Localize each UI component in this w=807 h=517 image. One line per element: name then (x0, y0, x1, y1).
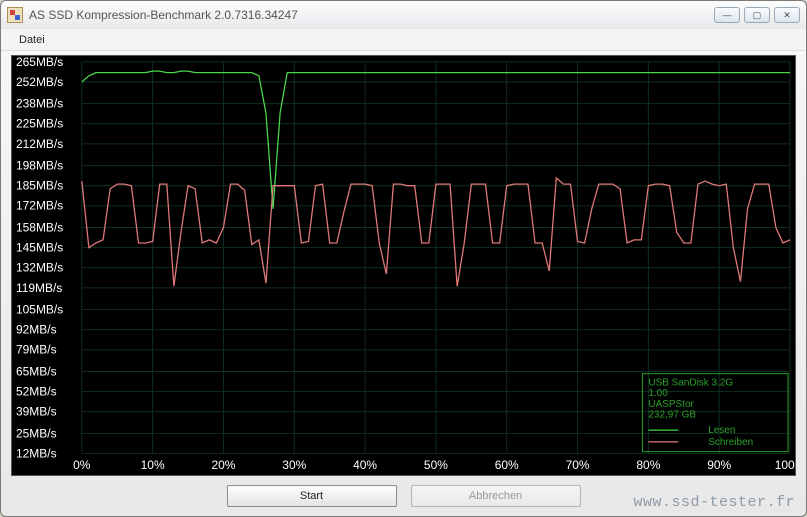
svg-text:80%: 80% (636, 458, 660, 472)
svg-text:105MB/s: 105MB/s (16, 303, 63, 317)
svg-text:119MB/s: 119MB/s (16, 281, 62, 295)
minimize-button[interactable]: — (714, 7, 740, 23)
svg-text:158MB/s: 158MB/s (16, 221, 63, 235)
svg-text:79MB/s: 79MB/s (16, 343, 57, 357)
svg-text:198MB/s: 198MB/s (16, 159, 63, 173)
svg-text:252MB/s: 252MB/s (16, 75, 63, 89)
app-icon (7, 7, 23, 23)
menubar: Datei (1, 29, 806, 51)
legend-label-read: Lesen (708, 425, 735, 436)
titlebar: AS SSD Kompression-Benchmark 2.0.7316.34… (1, 1, 806, 29)
menu-file[interactable]: Datei (11, 32, 53, 48)
svg-text:60%: 60% (495, 458, 519, 472)
maximize-button[interactable]: ▢ (744, 7, 770, 23)
svg-text:132MB/s: 132MB/s (16, 261, 63, 275)
close-button[interactable]: ✕ (774, 7, 800, 23)
legend-label-write: Schreiben (708, 437, 753, 448)
svg-text:20%: 20% (211, 458, 235, 472)
window-buttons: — ▢ ✕ (714, 7, 800, 23)
svg-text:10%: 10% (141, 458, 165, 472)
svg-text:30%: 30% (282, 458, 306, 472)
svg-text:39MB/s: 39MB/s (16, 405, 57, 419)
window-title: AS SSD Kompression-Benchmark 2.0.7316.34… (29, 8, 714, 22)
legend-line: 232,97 GB (648, 410, 696, 421)
svg-text:12MB/s: 12MB/s (16, 447, 57, 461)
svg-text:145MB/s: 145MB/s (16, 241, 63, 255)
legend-line: USB SanDisk 3.2G (648, 377, 733, 388)
legend-line: 1.00 (648, 388, 668, 399)
button-row: Start Abbrechen (11, 476, 796, 510)
svg-text:70%: 70% (566, 458, 590, 472)
svg-text:185MB/s: 185MB/s (16, 179, 63, 193)
svg-text:65MB/s: 65MB/s (16, 365, 57, 379)
svg-text:238MB/s: 238MB/s (16, 97, 63, 111)
svg-text:52MB/s: 52MB/s (16, 385, 57, 399)
svg-text:92MB/s: 92MB/s (16, 323, 57, 337)
svg-text:40%: 40% (353, 458, 377, 472)
chart: 12MB/s 25MB/s 39MB/s 52MB/s 65MB/s 79MB/s 92MB… (11, 55, 796, 476)
legend-line: UASPStor (648, 399, 694, 410)
svg-text:225MB/s: 225MB/s (16, 117, 63, 131)
chart-svg: 12MB/s 25MB/s 39MB/s 52MB/s 65MB/s 79MB/s 92MB… (12, 56, 795, 475)
svg-text:172MB/s: 172MB/s (16, 199, 63, 213)
start-button[interactable]: Start (227, 485, 397, 507)
svg-text:0%: 0% (73, 458, 91, 472)
svg-text:90%: 90% (707, 458, 731, 472)
svg-text:100%: 100% (775, 458, 795, 472)
cancel-button[interactable]: Abbrechen (411, 485, 581, 507)
svg-text:50%: 50% (424, 458, 448, 472)
svg-text:25MB/s: 25MB/s (16, 426, 57, 440)
svg-text:212MB/s: 212MB/s (16, 137, 63, 151)
svg-text:265MB/s: 265MB/s (16, 56, 63, 69)
